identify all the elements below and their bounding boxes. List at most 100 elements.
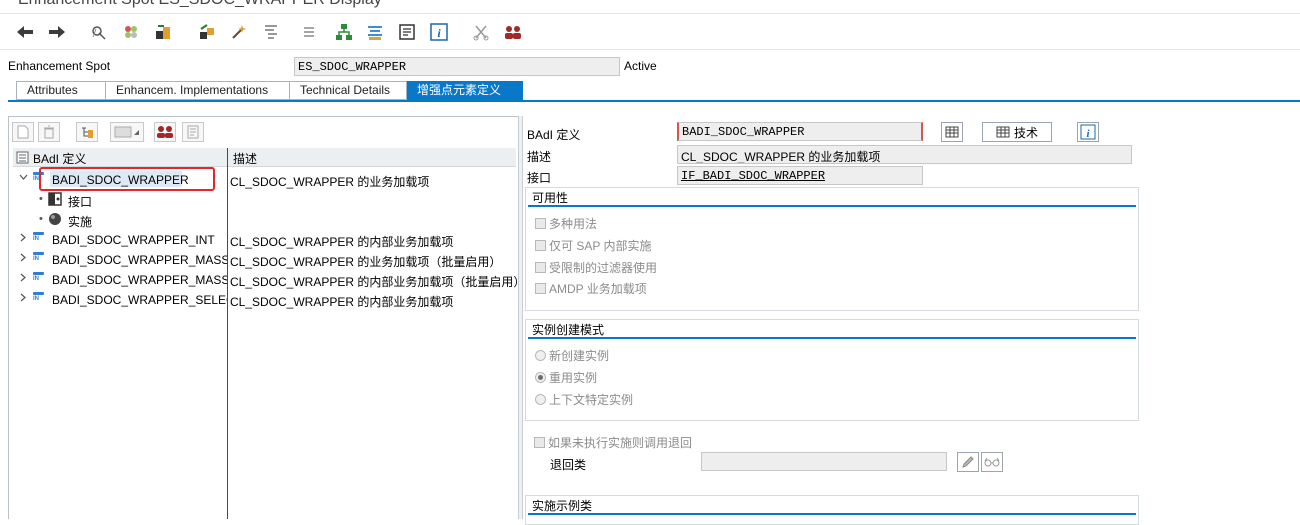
grid-icon — [996, 126, 1010, 138]
radio-label: 上下文特定实例 — [549, 393, 634, 407]
checkbox-box[interactable] — [535, 240, 546, 251]
documentation-icon[interactable] — [396, 21, 418, 43]
limited-filter-use-checkbox[interactable]: 受限制的过滤器使用 — [535, 259, 657, 276]
badi-definition-icon: IN — [33, 292, 47, 308]
structure-icon[interactable] — [364, 21, 386, 43]
collapse-icon[interactable] — [19, 173, 28, 185]
amdp-badi-checkbox[interactable]: AMDP 业务加载项 — [535, 280, 647, 297]
multiple-use-checkbox[interactable]: 多种用法 — [535, 215, 597, 232]
interface-field[interactable]: IF_BADI_SDOC_WRAPPER — [677, 166, 923, 185]
tree-item-name: BADI_SDOC_WRAPPER_INT — [52, 233, 215, 247]
context-instance-radio[interactable]: 上下文特定实例 — [535, 391, 633, 408]
grid-icon — [945, 126, 959, 138]
cut-icon[interactable] — [470, 21, 492, 43]
badi-definition-icon: IN — [33, 272, 47, 288]
reuse-instance-radio[interactable]: 重用实例 — [535, 369, 597, 386]
window-title-bar: Enhancement Spot ES_SDOC_WRAPPER Display — [0, 0, 1300, 14]
badi-definition-field[interactable]: BADI_SDOC_WRAPPER — [677, 122, 923, 141]
tab-technical-details[interactable]: Technical Details — [290, 81, 407, 100]
expand-icon[interactable] — [19, 253, 28, 265]
users-icon[interactable] — [502, 21, 524, 43]
bullet-icon: • — [39, 193, 43, 205]
checkbox-box[interactable] — [535, 283, 546, 294]
tree-item-name: 实施 — [68, 215, 93, 229]
active-tab-indicator — [461, 96, 471, 101]
checkbox-box[interactable] — [535, 218, 546, 229]
tree-row[interactable]: IN BADI_SDOC_WRAPPER_SELECT CL_SDOC_WRAP… — [13, 290, 516, 310]
info-icon[interactable]: i — [428, 21, 450, 43]
description-label: 描述 — [527, 150, 552, 164]
tab-strip: Attributes Enhancem. Implementations Tec… — [16, 81, 523, 100]
checkbox-box[interactable] — [534, 437, 545, 448]
window-title: Enhancement Spot ES_SDOC_WRAPPER Display — [18, 0, 382, 9]
radio-label: 重用实例 — [549, 371, 598, 385]
tab-enhancement-implementations[interactable]: Enhancem. Implementations — [106, 81, 290, 100]
radio-button[interactable] — [535, 394, 546, 405]
users-tree-icon[interactable] — [154, 122, 176, 142]
technical-button[interactable]: 技术 — [982, 122, 1052, 142]
radio-button[interactable] — [535, 350, 546, 361]
usability-group: 可用性 多种用法 仅可 SAP 内部实施 受限制的过滤器使用 AMDP 业务加载… — [525, 187, 1139, 311]
badi-definition-label: BAdI 定义 — [527, 128, 581, 142]
back-icon[interactable] — [14, 21, 36, 43]
checkbox-label: AMDP 业务加载项 — [549, 282, 647, 296]
display-change-icon[interactable] — [88, 21, 110, 43]
tree-item-description: CL_SDOC_WRAPPER 的业务加载项（批量启用） — [230, 255, 502, 269]
call-fallback-checkbox[interactable]: 如果未执行实施则调用退回 — [534, 434, 692, 451]
column-header-description[interactable]: 描述 — [233, 150, 257, 167]
screen-menu-icon[interactable] — [110, 122, 144, 142]
hierarchy-icon[interactable] — [333, 21, 355, 43]
tree-row[interactable]: • 接口 — [13, 190, 516, 210]
new-instance-radio[interactable]: 新创建实例 — [535, 347, 609, 364]
other-object-icon[interactable] — [120, 21, 142, 43]
tree-row[interactable]: IN BADI_SDOC_WRAPPER_MASS CL_SDOC_WRAPPE… — [13, 250, 516, 270]
activate-icon[interactable] — [152, 21, 174, 43]
tree-row[interactable]: • 实施 — [13, 210, 516, 230]
delete-icon[interactable] — [38, 122, 60, 142]
tree-item-description: CL_SDOC_WRAPPER 的内部业务加载项（批量启用） — [230, 275, 526, 289]
enhance-icon[interactable] — [228, 21, 250, 43]
expand-icon[interactable] — [19, 293, 28, 305]
red-highlight-annotation — [39, 167, 215, 191]
expand-icon[interactable] — [19, 273, 28, 285]
expand-icon[interactable] — [19, 233, 28, 245]
display-fallback-button[interactable] — [981, 452, 1003, 472]
fallback-class-label: 退回类 — [550, 458, 587, 472]
expand-subtree-icon[interactable] — [76, 122, 98, 142]
info-icon: i — [1080, 124, 1096, 140]
instance-creation-title: 实例创建模式 — [532, 323, 605, 337]
create-icon[interactable] — [12, 122, 34, 142]
sap-internal-only-checkbox[interactable]: 仅可 SAP 内部实施 — [535, 237, 651, 254]
column-header-badi-definition[interactable]: BAdI 定义 — [33, 150, 86, 167]
tree-item-name: 接口 — [68, 195, 93, 209]
checkbox-label: 多种用法 — [549, 217, 598, 231]
interface-icon — [48, 192, 62, 208]
panel-splitter[interactable] — [518, 116, 523, 519]
description-field[interactable]: CL_SDOC_WRAPPER 的业务加载项 — [677, 145, 1132, 164]
implementation-icon — [48, 212, 62, 228]
sample-implementation-group: 实施示例类 — [525, 495, 1139, 525]
tree-row[interactable]: IN BADI_SDOC_WRAPPER_MASS_I CL_SDOC_WRAP… — [13, 270, 525, 290]
forward-icon[interactable] — [46, 21, 68, 43]
badi-select-button[interactable] — [941, 122, 963, 142]
enhancement-spot-field[interactable]: ES_SDOC_WRAPPER — [294, 57, 620, 76]
usability-title: 可用性 — [532, 191, 569, 205]
dropdown-menu-icon[interactable] — [298, 21, 320, 43]
documentation-tree-icon[interactable] — [182, 122, 204, 142]
radio-button[interactable] — [535, 372, 546, 383]
checkbox-box[interactable] — [535, 262, 546, 273]
tree-item-description: CL_SDOC_WRAPPER 的内部业务加载项 — [230, 295, 454, 309]
tree-row[interactable]: IN BADI_SDOC_WRAPPER_INT CL_SDOC_WRAPPER… — [13, 230, 516, 250]
enhancement-spot-label: Enhancement Spot — [8, 59, 111, 73]
edit-fallback-button[interactable] — [957, 452, 979, 472]
info-button[interactable]: i — [1077, 122, 1099, 142]
tree-header: BAdI 定义 描述 — [13, 148, 516, 167]
interface-label: 接口 — [527, 171, 552, 185]
fallback-class-field[interactable] — [701, 452, 947, 471]
tab-attributes[interactable]: Attributes — [16, 81, 106, 100]
where-used-icon[interactable] — [196, 21, 218, 43]
tree-item-name: BADI_SDOC_WRAPPER_MASS — [52, 253, 227, 267]
column-config-icon[interactable] — [16, 151, 29, 167]
display-object-list-icon[interactable] — [260, 21, 282, 43]
group-title-underline — [528, 205, 1136, 207]
